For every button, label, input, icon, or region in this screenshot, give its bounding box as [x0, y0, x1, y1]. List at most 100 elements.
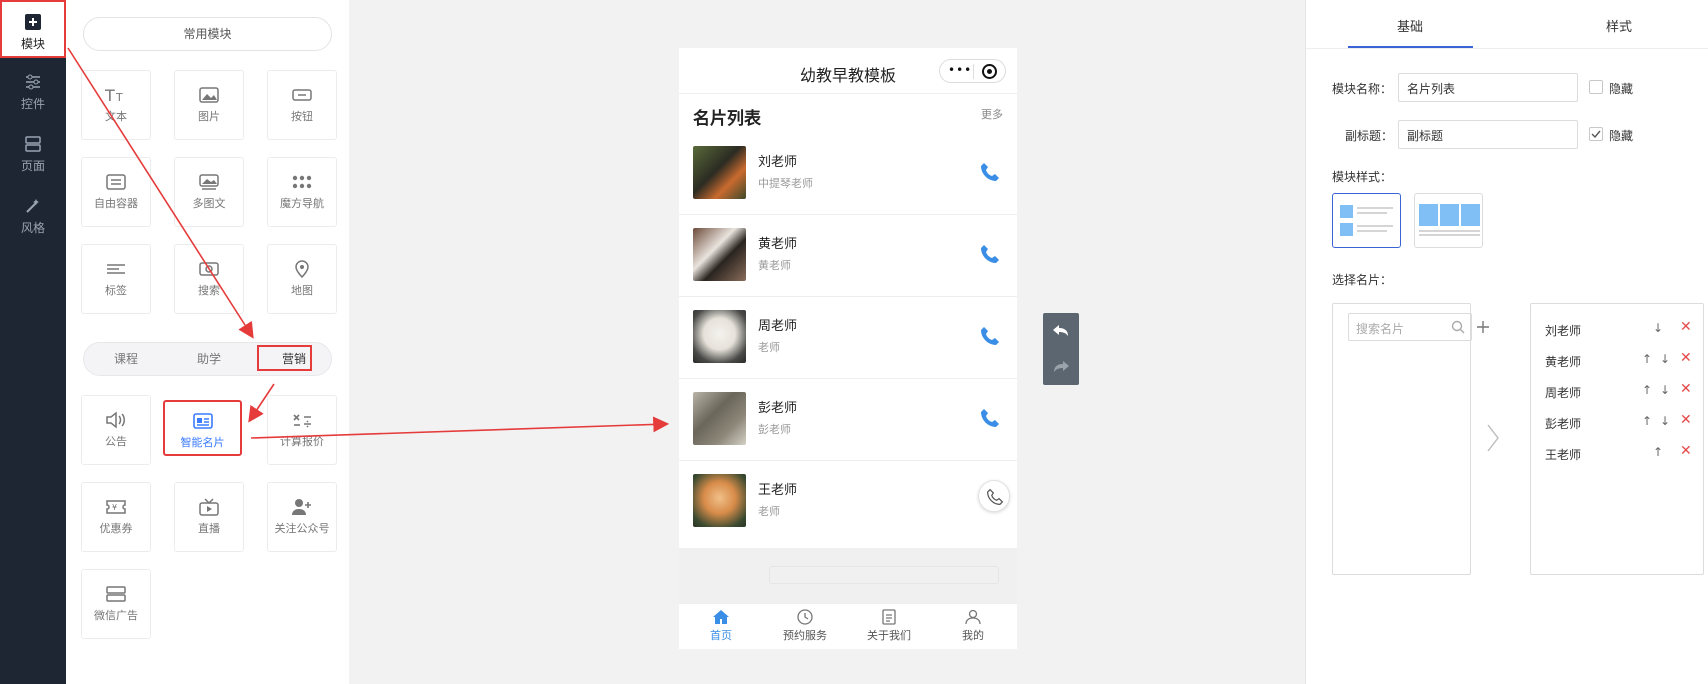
nav-item-style[interactable]: 风格 [0, 184, 66, 242]
module-label: 优惠券 [99, 522, 133, 535]
card-item[interactable]: 王老师 老师 [679, 461, 1017, 543]
move-down-icon[interactable]: ↓ [1660, 383, 1670, 397]
module-button[interactable]: 按钮 [267, 70, 337, 140]
module-free-container[interactable]: 自由容器 [81, 157, 151, 227]
phone-icon[interactable] [979, 325, 1001, 347]
card-item[interactable]: 周老师 老师 [679, 297, 1017, 379]
card-item[interactable]: 刘老师 中提琴老师 [679, 133, 1017, 215]
nav-item-modules[interactable]: 模块 [0, 0, 66, 58]
module-style-label: 模块样式： [1332, 170, 1393, 184]
tab-about[interactable]: 关于我们 [847, 609, 931, 643]
map-pin-icon [295, 260, 309, 278]
teacher-photo [693, 228, 746, 281]
module-coupon[interactable]: ¥ 优惠券 [81, 482, 151, 552]
tv-icon [199, 498, 219, 516]
floating-call-button[interactable] [978, 480, 1010, 512]
module-label: 直播 [198, 522, 220, 535]
clock-icon [797, 609, 813, 625]
module-notice[interactable]: 公告 [81, 395, 151, 465]
mini-program-capsule[interactable]: ••• [939, 59, 1006, 83]
module-live[interactable]: 直播 [174, 482, 244, 552]
hide-subtitle-checkbox[interactable] [1589, 127, 1603, 141]
card-name: 彭老师 [758, 401, 798, 416]
move-up-icon[interactable]: ↑ [1653, 445, 1663, 459]
remove-icon[interactable]: ✕ [1680, 381, 1692, 397]
nav-item-pages[interactable]: 页面 [0, 122, 66, 180]
module-search[interactable]: 搜索 [174, 244, 244, 314]
move-down-icon[interactable]: ↓ [1653, 321, 1663, 335]
module-label: 按钮 [291, 110, 313, 123]
segment-course[interactable]: 课程 [114, 343, 138, 375]
teacher-photo [693, 474, 746, 527]
move-up-icon[interactable]: ↑ [1642, 352, 1652, 366]
remove-icon[interactable]: ✕ [1680, 319, 1692, 335]
multi-image-icon [199, 174, 219, 190]
module-multi-image-text[interactable]: 多图文 [174, 157, 244, 227]
module-label: 多图文 [192, 197, 226, 210]
module-image[interactable]: 图片 [174, 70, 244, 140]
module-smart-card[interactable]: 智能名片 [163, 400, 242, 456]
subtitle-input[interactable]: 副标题 [1398, 120, 1578, 149]
user-add-icon [292, 499, 311, 515]
close-circle-icon[interactable] [982, 64, 997, 79]
card-subtitle: 黄老师 [758, 259, 791, 272]
svg-text:T: T [105, 86, 115, 104]
tab-booking[interactable]: 预约服务 [763, 609, 847, 643]
selected-card: 黄老师 [1545, 355, 1582, 369]
undo-redo-toolbar [1043, 313, 1079, 385]
check-icon [1591, 130, 1601, 139]
module-cube-nav[interactable]: 魔方导航 [267, 157, 337, 227]
move-up-icon[interactable]: ↑ [1642, 414, 1652, 428]
left-nav: 模块 控件 页面 风格 [0, 0, 66, 684]
segment-study[interactable]: 助学 [197, 343, 221, 375]
module-text[interactable]: TT 文本 [81, 70, 151, 140]
tab-label: 我的 [962, 629, 984, 642]
module-label: 文本 [105, 110, 127, 123]
svg-text:T: T [115, 91, 123, 104]
undo-icon [1053, 325, 1068, 336]
module-map[interactable]: 地图 [267, 244, 337, 314]
tab-mine[interactable]: 我的 [931, 609, 1015, 643]
phone-icon[interactable] [979, 161, 1001, 183]
undo-button[interactable] [1043, 313, 1079, 349]
grid-layout-icon [1419, 204, 1480, 236]
card-name: 黄老师 [758, 237, 798, 252]
module-tag[interactable]: 标签 [81, 244, 151, 314]
tab-style[interactable]: 样式 [1606, 16, 1632, 35]
more-link[interactable]: 更多 [981, 106, 1003, 122]
document-icon [882, 609, 896, 625]
style-option-list[interactable] [1332, 193, 1401, 248]
tab-basic[interactable]: 基础 [1397, 16, 1423, 35]
add-icon[interactable] [1476, 320, 1490, 334]
card-subtitle: 彭老师 [758, 423, 791, 436]
magic-wand-icon [26, 199, 39, 213]
calculator-icon [293, 414, 311, 428]
module-label: 计算报价 [280, 435, 324, 448]
module-quote-calc[interactable]: 计算报价 [267, 395, 337, 465]
subtitle-label: 副标题： [1345, 129, 1394, 143]
teacher-photo [693, 392, 746, 445]
remove-icon[interactable]: ✕ [1680, 412, 1692, 428]
tab-common-modules[interactable]: 常用模块 [83, 17, 332, 51]
module-wechat-ad[interactable]: 微信广告 [81, 569, 151, 639]
nav-item-controls[interactable]: 控件 [0, 60, 66, 118]
card-item[interactable]: 黄老师 黄老师 [679, 215, 1017, 297]
module-name-input[interactable]: 名片列表 [1398, 73, 1578, 102]
redo-button[interactable] [1043, 349, 1079, 385]
phone-icon[interactable] [979, 243, 1001, 265]
remove-icon[interactable]: ✕ [1680, 443, 1692, 459]
hide-name-checkbox[interactable] [1589, 80, 1603, 94]
move-down-icon[interactable]: ↓ [1660, 352, 1670, 366]
style-option-grid[interactable] [1414, 193, 1483, 248]
module-follow-account[interactable]: 关注公众号 [267, 482, 337, 552]
card-item[interactable]: 彭老师 彭老师 [679, 379, 1017, 461]
phone-icon[interactable] [979, 407, 1001, 429]
more-dots-icon[interactable]: ••• [948, 63, 972, 77]
chevron-right-icon[interactable] [1486, 423, 1500, 453]
move-up-icon[interactable]: ↑ [1642, 383, 1652, 397]
user-icon [965, 609, 981, 625]
tab-home[interactable]: 首页 [679, 609, 763, 643]
move-down-icon[interactable]: ↓ [1660, 414, 1670, 428]
selected-card: 王老师 [1545, 448, 1582, 462]
remove-icon[interactable]: ✕ [1680, 350, 1692, 366]
